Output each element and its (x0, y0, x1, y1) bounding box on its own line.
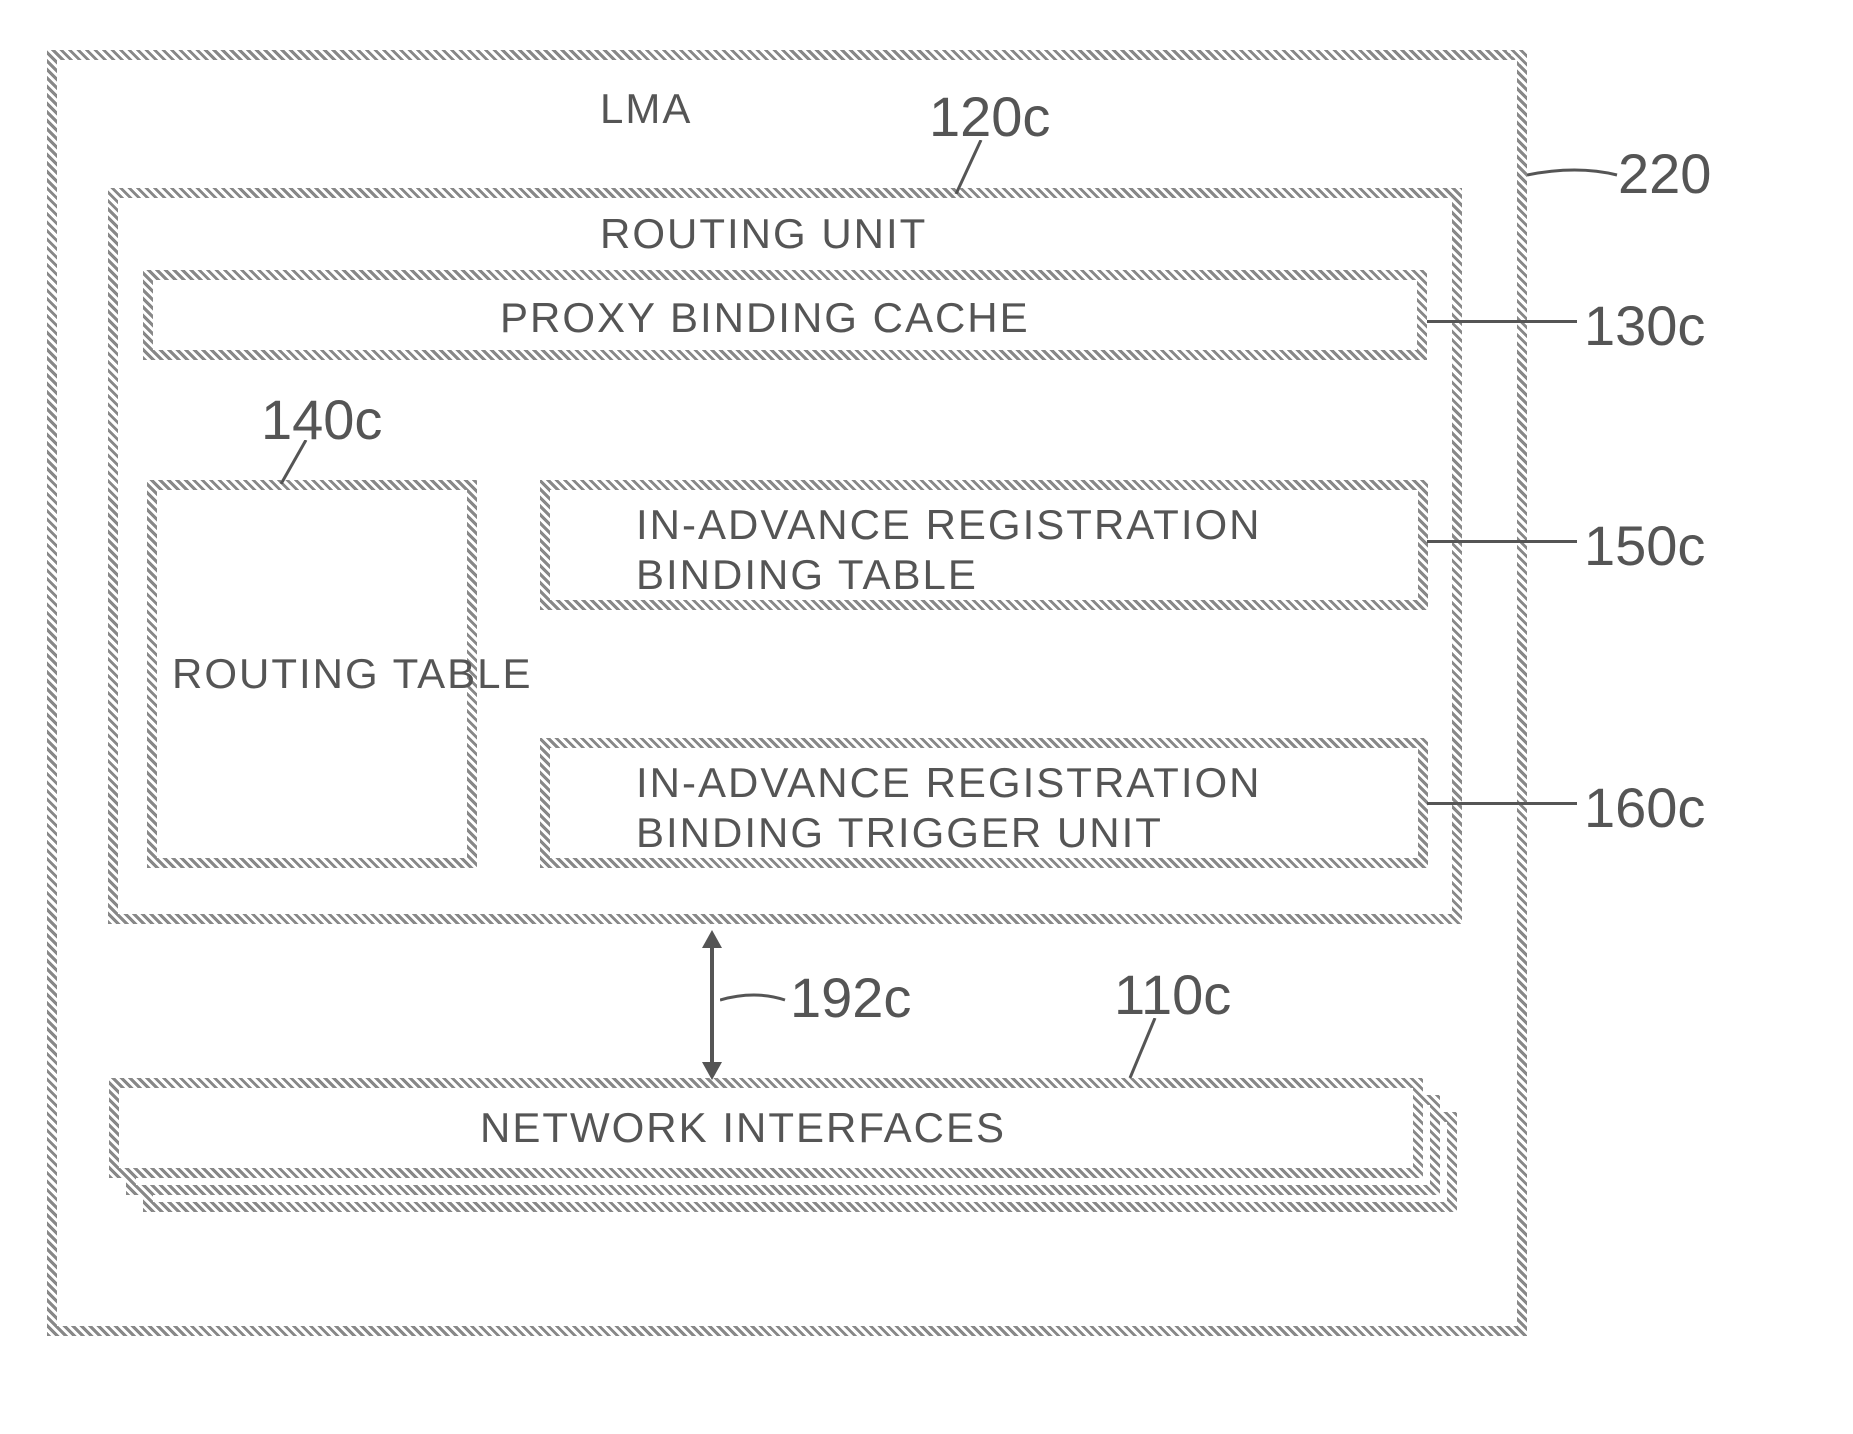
routing-unit-label: ROUTING UNIT (600, 210, 927, 258)
lma-title: LMA (600, 85, 692, 133)
leader-110c (1125, 1018, 1165, 1078)
leader-192c (720, 985, 790, 1015)
leader-220 (1527, 160, 1627, 190)
leader-130c (1427, 320, 1577, 323)
routing-table-label: ROUTING TABLE (172, 650, 533, 698)
leader-140c (276, 440, 316, 484)
in-advance-binding-table-label: IN-ADVANCE REGISTRATIONBINDING TABLE (636, 500, 1262, 601)
ref-160c: 160c (1584, 775, 1705, 840)
in-advance-trigger-label: IN-ADVANCE REGISTRATIONBINDING TRIGGER U… (636, 758, 1262, 859)
network-interfaces-label: NETWORK INTERFACES (480, 1104, 1006, 1152)
leader-160c (1427, 802, 1577, 805)
proxy-binding-cache-label: PROXY BINDING CACHE (500, 294, 1030, 342)
ref-220: 220 (1618, 141, 1711, 206)
ref-192c: 192c (790, 965, 911, 1030)
leader-150c (1427, 540, 1577, 543)
ref-130c: 130c (1584, 293, 1705, 358)
ref-150c: 150c (1584, 513, 1705, 578)
leader-120c (951, 140, 991, 194)
